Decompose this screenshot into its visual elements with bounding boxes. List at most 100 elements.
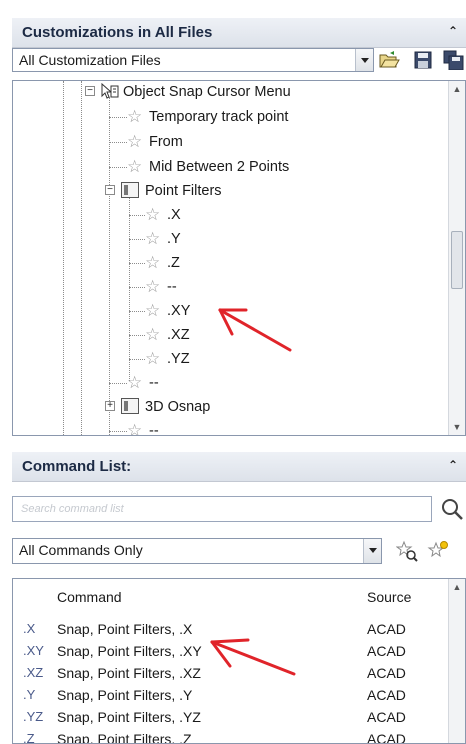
star-icon: ☆	[145, 253, 161, 272]
tree-item-y-filter[interactable]: ☆ .Y	[129, 229, 249, 249]
tree-item-label: Object Snap Cursor Menu	[123, 84, 291, 100]
command-search-input[interactable]: Search command list	[12, 496, 432, 522]
tree-item-label: Temporary track point	[149, 109, 289, 125]
chevron-down-icon[interactable]	[355, 49, 373, 71]
star-icon: ☆	[145, 325, 161, 344]
collapse-chevron-icon[interactable]: ⌃	[448, 458, 462, 474]
star-icon: ☆	[127, 132, 143, 151]
submenu-icon	[121, 182, 139, 198]
star-icon: ☆	[127, 373, 143, 392]
tree-item-object-snap-cursor-menu[interactable]: − Object Snap Cursor Menu	[79, 82, 379, 102]
command-filter-dropdown[interactable]: All Commands Only	[12, 538, 382, 564]
command-prefix: .Y	[23, 687, 36, 702]
tree-item-separator[interactable]: ☆ --	[109, 421, 229, 436]
tree-item-xy-filter[interactable]: ☆ .XY	[129, 301, 249, 321]
command-source: ACAD	[367, 731, 406, 744]
find-command-icon[interactable]	[396, 540, 418, 562]
command-name: Snap, Point Filters, .Y	[57, 687, 193, 703]
table-row[interactable]: .XY Snap, Point Filters, .XY ACAD	[13, 641, 449, 663]
table-row[interactable]: .X Snap, Point Filters, .X ACAD	[13, 619, 449, 641]
tree-item-mid-between-2-points[interactable]: ☆ Mid Between 2 Points	[109, 157, 369, 177]
column-header-source[interactable]: Source	[367, 589, 411, 605]
command-prefix: .YZ	[23, 709, 44, 724]
command-list-title: Command List:	[22, 458, 132, 475]
chevron-down-icon[interactable]	[363, 539, 381, 563]
tree-item-label: .YZ	[167, 351, 190, 367]
command-source: ACAD	[367, 687, 406, 703]
tree-item-label: .Z	[167, 255, 180, 271]
scroll-up-icon[interactable]: ▲	[449, 579, 465, 595]
tree-item-label: --	[167, 279, 177, 295]
collapse-chevron-icon[interactable]: ⌃	[448, 24, 462, 40]
search-icon[interactable]	[440, 497, 464, 521]
table-row[interactable]: .Y Snap, Point Filters, .Y ACAD	[13, 685, 449, 707]
customization-tree[interactable]: − Object Snap Cursor Menu ☆ Temporary tr…	[12, 80, 466, 436]
star-icon: ☆	[145, 301, 161, 320]
command-prefix: .Z	[23, 731, 35, 744]
command-list-panel-header: Command List: ⌃	[12, 452, 466, 482]
create-command-icon[interactable]	[426, 540, 450, 562]
command-prefix: .XY	[23, 643, 44, 658]
command-filter-value: All Commands Only	[19, 542, 143, 558]
file-filter-dropdown[interactable]: All Customization Files	[12, 48, 374, 72]
open-file-icon[interactable]	[378, 50, 400, 70]
table-row[interactable]: .XZ Snap, Point Filters, .XZ ACAD	[13, 663, 449, 685]
scroll-down-icon[interactable]: ▼	[449, 419, 465, 435]
command-list[interactable]: Command Source .X Snap, Point Filters, .…	[12, 578, 466, 744]
table-row[interactable]: .Z Snap, Point Filters, .Z ACAD	[13, 729, 449, 744]
tree-item-label: .Y	[167, 231, 181, 247]
command-name: Snap, Point Filters, .X	[57, 621, 193, 637]
table-row[interactable]: .YZ Snap, Point Filters, .YZ ACAD	[13, 707, 449, 729]
tree-item-yz-filter[interactable]: ☆ .YZ	[129, 349, 249, 369]
tree-guide-line	[63, 81, 64, 435]
command-source: ACAD	[367, 621, 406, 637]
tree-item-xz-filter[interactable]: ☆ .XZ	[129, 325, 249, 345]
cursor-menu-icon	[101, 83, 119, 99]
tree-item-label: 3D Osnap	[145, 399, 211, 415]
star-icon: ☆	[145, 205, 161, 224]
list-scrollbar[interactable]: ▲	[448, 579, 465, 743]
tree-item-label: From	[149, 134, 183, 150]
tree-item-label: .XZ	[167, 327, 190, 343]
command-name: Snap, Point Filters, .XZ	[57, 665, 201, 681]
star-icon: ☆	[145, 229, 161, 248]
command-prefix: .XZ	[23, 665, 44, 680]
column-header-command[interactable]: Command	[57, 589, 122, 605]
scroll-thumb[interactable]	[451, 231, 463, 289]
customizations-panel-title: Customizations in All Files	[22, 24, 213, 41]
tree-item-temporary-track-point[interactable]: ☆ Temporary track point	[109, 107, 369, 127]
star-icon: ☆	[127, 107, 143, 126]
collapse-toggle-icon[interactable]: −	[85, 86, 95, 96]
collapse-toggle-icon[interactable]: −	[105, 185, 115, 195]
command-source: ACAD	[367, 665, 406, 681]
command-prefix: .X	[23, 621, 36, 636]
save-all-icon[interactable]	[442, 50, 464, 70]
tree-item-label: .XY	[167, 303, 191, 319]
tree-item-point-filters[interactable]: − Point Filters	[103, 181, 303, 201]
save-icon[interactable]	[412, 50, 434, 70]
tree-item-separator[interactable]: ☆ --	[129, 277, 249, 297]
command-name: Snap, Point Filters, .YZ	[57, 709, 201, 725]
file-filter-value: All Customization Files	[19, 52, 161, 68]
customizations-panel-header: Customizations in All Files ⌃	[12, 18, 466, 48]
star-icon: ☆	[127, 157, 143, 176]
tree-item-separator[interactable]: ☆ --	[109, 373, 229, 393]
tree-item-from[interactable]: ☆ From	[109, 132, 309, 152]
tree-item-label: .X	[167, 207, 181, 223]
command-list-header: Command Source	[13, 579, 465, 613]
tree-item-label: --	[149, 423, 159, 436]
star-icon: ☆	[127, 421, 143, 436]
star-icon: ☆	[145, 277, 161, 296]
tree-item-z-filter[interactable]: ☆ .Z	[129, 253, 249, 273]
expand-toggle-icon[interactable]: +	[105, 401, 115, 411]
scroll-up-icon[interactable]: ▲	[449, 81, 465, 97]
submenu-icon	[121, 398, 139, 414]
tree-item-label: Mid Between 2 Points	[149, 159, 290, 175]
star-icon: ☆	[145, 349, 161, 368]
tree-item-3d-osnap[interactable]: + 3D Osnap	[103, 397, 303, 417]
tree-scrollbar[interactable]: ▲ ▼	[448, 81, 465, 435]
tree-item-x-filter[interactable]: ☆ .X	[129, 205, 249, 225]
search-placeholder: Search command list	[21, 503, 124, 515]
tree-item-label: Point Filters	[145, 183, 222, 199]
command-name: Snap, Point Filters, .Z	[57, 731, 192, 744]
